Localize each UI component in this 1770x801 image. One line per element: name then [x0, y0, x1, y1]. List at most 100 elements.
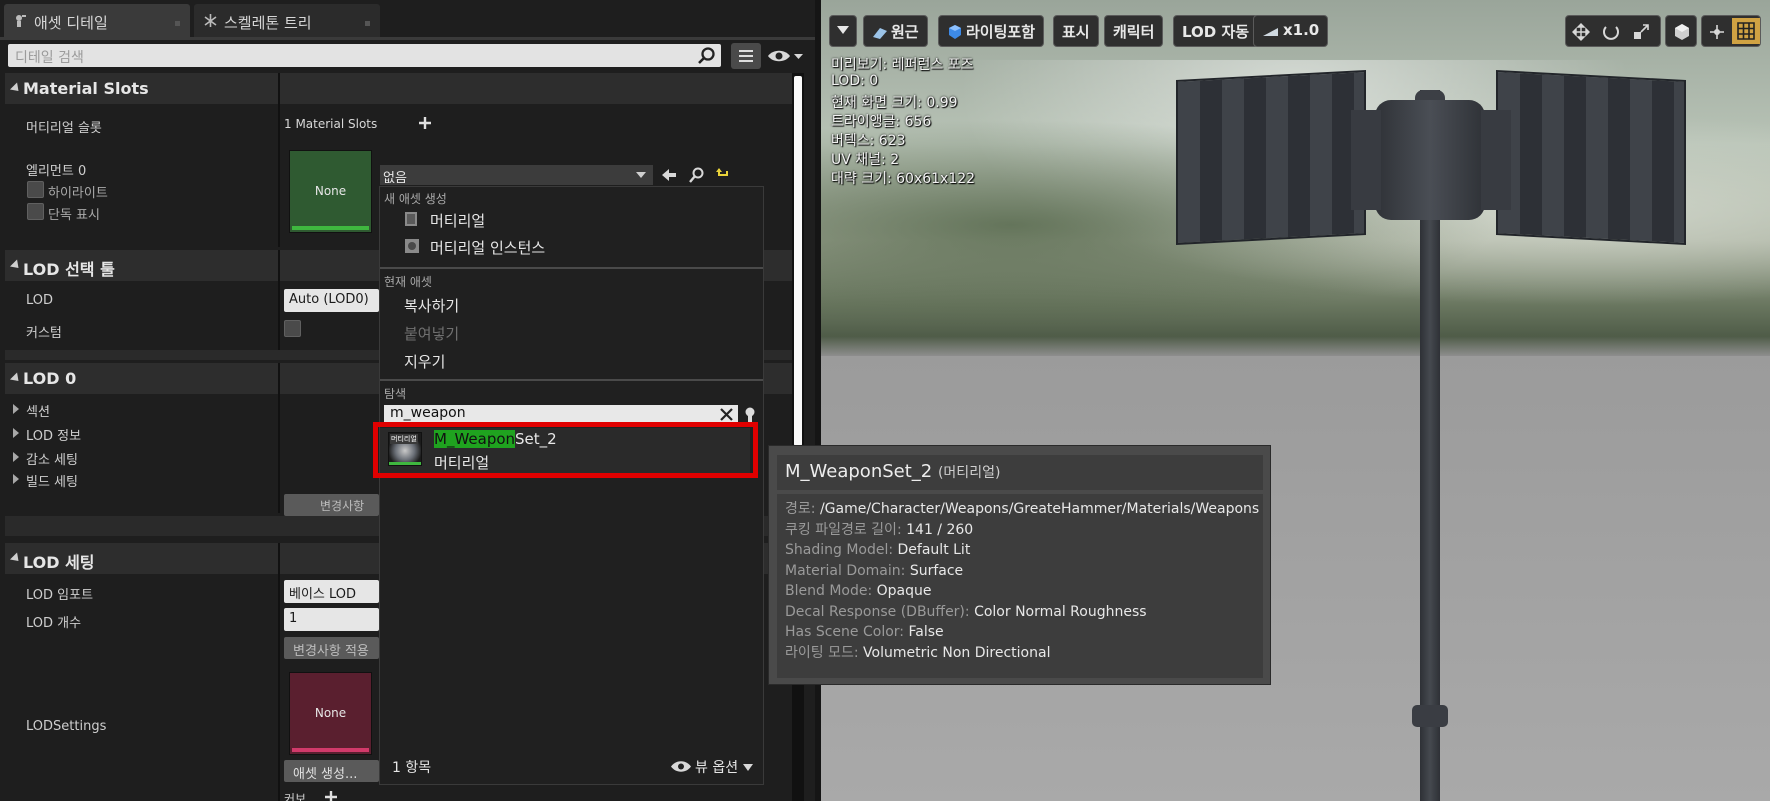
menu-item-material-instance[interactable]: 머티리얼 인스턴스 — [380, 233, 763, 260]
category-title: LOD 0 — [23, 369, 77, 388]
row-key: 라이팅 모드: — [785, 644, 859, 661]
tree-item-build[interactable]: 빌드 세팅 — [26, 471, 78, 490]
view-options-eye-icon[interactable] — [766, 46, 806, 66]
material-combo[interactable]: 없음 — [380, 165, 653, 186]
hammer-grip-ring — [1412, 705, 1448, 727]
expand-arrow-icon[interactable] — [13, 404, 19, 414]
button-label: LOD 자동 — [1182, 23, 1250, 41]
material-thumbnail[interactable]: None — [289, 150, 372, 233]
lod-auto-button[interactable]: LOD 자동 — [1173, 15, 1259, 47]
row-value: Volumetric Non Directional — [863, 644, 1051, 661]
camera-perspective-icon — [873, 28, 887, 39]
row-key: 경로: — [785, 501, 816, 517]
custom-checkbox[interactable] — [284, 320, 301, 337]
apply-changes-button[interactable]: 변경사항 적 — [284, 494, 379, 530]
material-icon — [405, 212, 417, 226]
tree-item-lod-info[interactable]: LOD 정보 — [26, 425, 81, 444]
lod-import-dropdown[interactable]: 베이스 LOD — [284, 580, 379, 603]
element-0-label: 엘리먼트 0 — [26, 164, 87, 179]
stat-approx-size: 대략 크기: 60x61x122 — [831, 171, 976, 187]
tooltip-row-shading-model: Shading Model: Default Lit — [785, 540, 1255, 561]
expand-arrow-icon[interactable] — [13, 452, 19, 462]
character-button[interactable]: 캐릭터 — [1104, 15, 1164, 47]
menu-item-clear[interactable]: 지우기 — [404, 351, 445, 372]
tab-label: 애셋 디테일 — [34, 14, 108, 32]
tab-skeleton-tree[interactable]: 스켈레톤 트리 — [194, 4, 380, 37]
row-key: 쿠킹 파일경로 길이: — [785, 521, 902, 538]
show-button[interactable]: 표시 — [1053, 15, 1099, 47]
menu-header-current: 현재 애셋 — [384, 275, 432, 289]
playback-speed-button[interactable]: x1.0 — [1253, 15, 1329, 47]
isolate-checkbox[interactable] — [27, 203, 44, 220]
tab-close-dot[interactable] — [365, 21, 370, 26]
button-label: 라이팅포함 — [966, 23, 1036, 41]
details-scrollbar-thumb[interactable] — [794, 76, 802, 446]
row-key: Material Domain: — [785, 562, 906, 579]
column-splitter[interactable] — [278, 73, 280, 247]
stat-triangles: 트라이앵글: 656 — [831, 114, 932, 130]
create-asset-button[interactable]: 애셋 생성... — [284, 760, 379, 782]
apply-lod-changes-button[interactable]: 변경사항 적용 — [284, 637, 379, 659]
row-key: Shading Model: — [785, 542, 894, 558]
collapse-arrow-icon — [9, 372, 23, 385]
details-search-input[interactable]: 디테일 검색 — [8, 44, 721, 67]
button-label: 애셋 생성... — [293, 767, 358, 782]
property-matrix-button[interactable] — [731, 43, 761, 69]
thumbnail-type-bar — [292, 226, 369, 230]
world-local-button[interactable] — [1665, 15, 1697, 47]
column-splitter[interactable] — [278, 250, 280, 350]
lod-count-label: LOD 개수 — [26, 616, 82, 631]
use-selected-arrow-icon[interactable] — [660, 166, 678, 184]
view-options-button[interactable]: 뷰 옵션 — [670, 757, 756, 777]
clear-x-icon[interactable] — [719, 407, 734, 422]
row-value: Opaque — [876, 583, 932, 599]
button-label: x1.0 — [1283, 21, 1320, 39]
tab-close-dot[interactable] — [175, 21, 180, 26]
move-icon[interactable] — [1572, 23, 1590, 41]
reset-arrow-icon[interactable] — [716, 166, 730, 182]
browse-search-icon[interactable] — [688, 166, 706, 184]
perspective-button[interactable]: 원근 — [863, 15, 928, 47]
grid-snap-button[interactable] — [1732, 18, 1760, 44]
expand-arrow-icon[interactable] — [13, 474, 19, 484]
category-title: LOD 세팅 — [23, 553, 95, 572]
lod-label: LOD — [26, 293, 54, 308]
lod-count-input[interactable]: 1 — [284, 608, 379, 631]
menu-item-label: 머티리얼 — [430, 212, 486, 230]
chevron-down-icon — [636, 172, 646, 178]
add-slot-plus-icon[interactable] — [418, 116, 432, 130]
tooltip-row-path: 경로: /Game/Character/Weapons/GreateHammer… — [785, 499, 1259, 520]
highlight-checkbox[interactable] — [27, 181, 44, 198]
expand-arrow-icon[interactable] — [13, 428, 19, 438]
search-icon[interactable] — [697, 46, 717, 66]
category-material-slots[interactable]: Material Slots — [5, 73, 800, 104]
lod-settings-thumbnail[interactable]: None — [289, 672, 372, 755]
button-label: 캐릭터 — [1113, 23, 1155, 41]
surface-snap-icon[interactable] — [1708, 23, 1726, 41]
menu-header-browse: 탐색 — [384, 387, 407, 401]
menu-item-paste[interactable]: 붙여넣기 — [404, 323, 459, 344]
rotate-icon[interactable] — [1602, 23, 1620, 41]
tooltip-title: M_WeaponSet_2 (머티리얼) — [777, 455, 1263, 490]
asset-picker-menu: 새 애셋 생성 머티리얼 머티리얼 인스턴스 현재 애셋 복사하기 붙여넣기 지… — [379, 186, 764, 785]
stat-screen-size: 현재 화면 크기: 0.99 — [831, 95, 958, 111]
column-splitter[interactable] — [278, 363, 280, 513]
lod-dropdown[interactable]: Auto (LOD0) — [284, 289, 379, 312]
scale-icon[interactable] — [1632, 23, 1650, 41]
tooltip-row-domain: Material Domain: Surface — [785, 561, 1255, 582]
tree-item-sections[interactable]: 섹션 — [26, 401, 50, 420]
stat-uv-channels: UV 채널: 2 — [831, 152, 900, 168]
tab-underline — [0, 37, 815, 40]
add-plus-icon[interactable] — [324, 790, 338, 801]
tree-item-reduction[interactable]: 감소 세팅 — [26, 449, 78, 468]
lit-mode-button[interactable]: 라이팅포함 — [938, 15, 1045, 47]
tab-asset-details[interactable]: 애셋 디테일 — [4, 4, 190, 37]
menu-item-material[interactable]: 머티리얼 — [380, 206, 763, 233]
lod-value: Auto (LOD0) — [289, 292, 369, 307]
viewport-menu-button[interactable] — [829, 15, 857, 47]
column-splitter[interactable] — [278, 543, 280, 801]
stat-preview: 미리보기: 레퍼런스 포즈 — [831, 57, 974, 73]
grid-icon — [1737, 22, 1755, 40]
button-label: 변경사항 적용 — [293, 644, 369, 659]
menu-item-copy[interactable]: 복사하기 — [404, 295, 459, 316]
